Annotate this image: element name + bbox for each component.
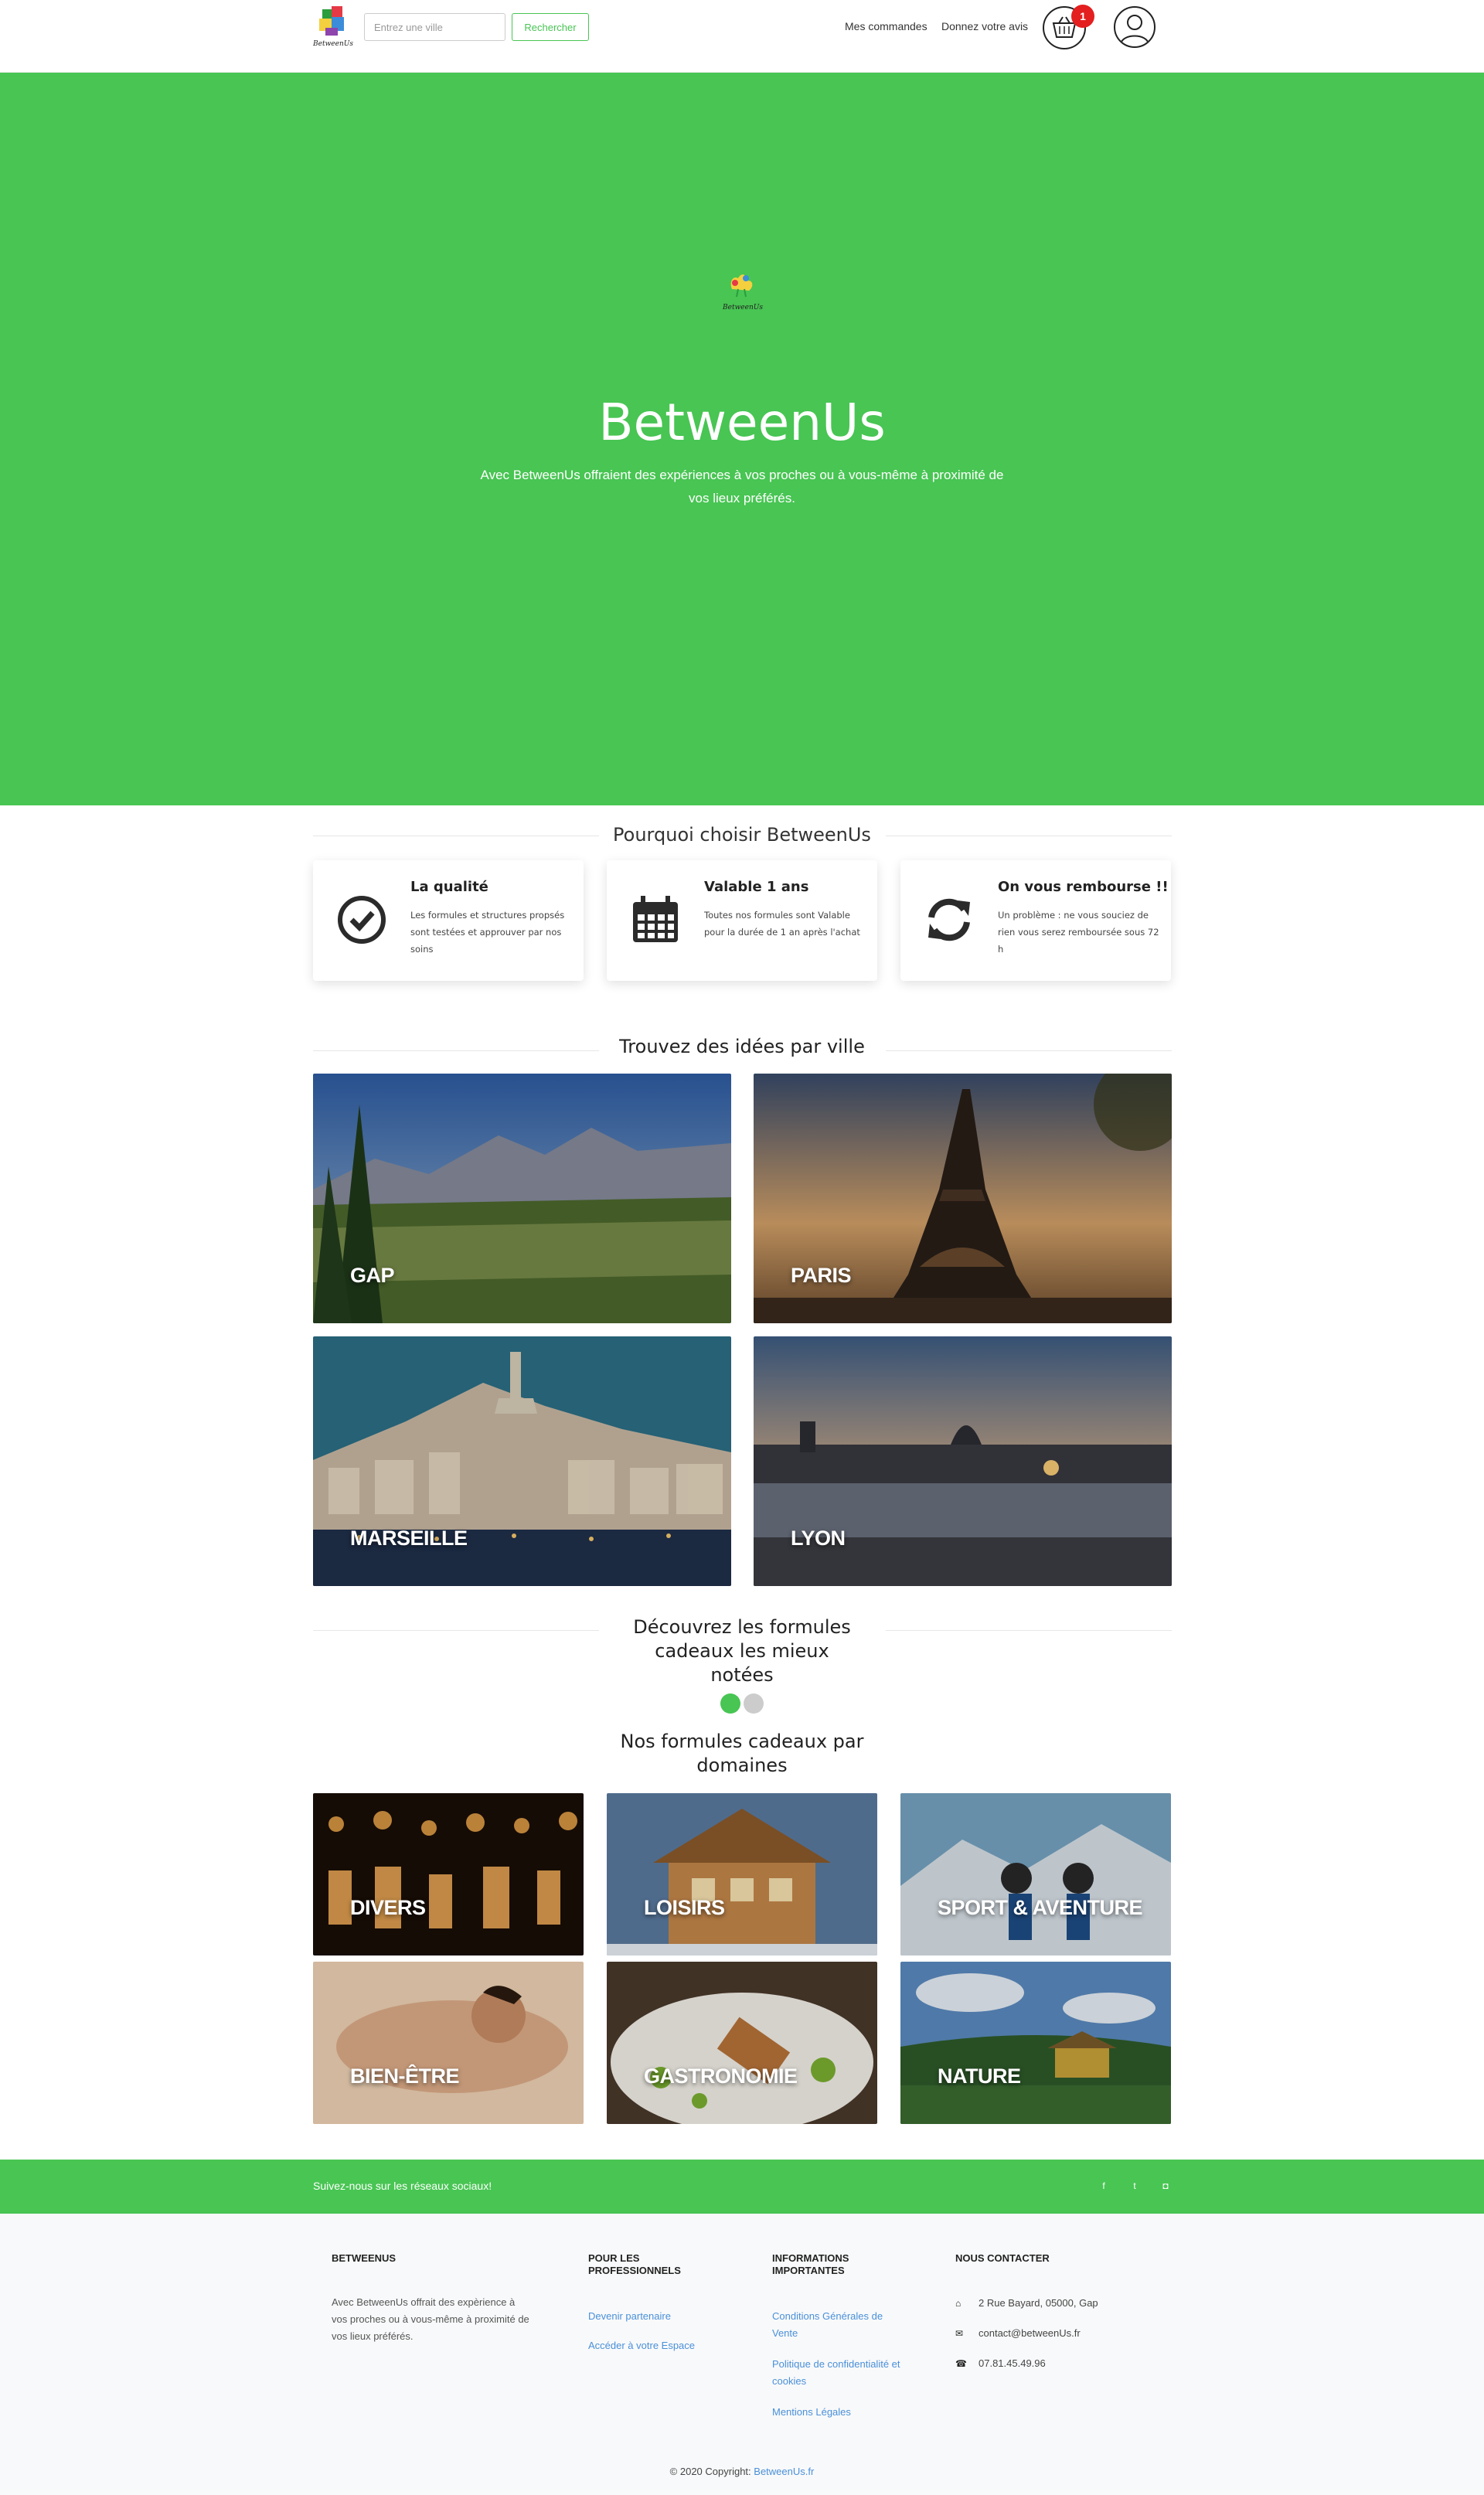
basket-count-badge: 1	[1071, 5, 1094, 28]
top-rated-title: Découvrez les formules cadeaux les mieux…	[633, 1616, 851, 1686]
footer: BETWEENUS Avec BetweenUs offrait des exp…	[0, 2214, 1484, 2495]
home-icon: ⌂	[955, 2298, 962, 2309]
facebook-icon[interactable]: f	[1094, 2177, 1113, 2195]
instagram-icon[interactable]: ◘	[1156, 2177, 1175, 2195]
search-button[interactable]: Rechercher	[512, 13, 589, 41]
contact-email: ✉ contact@betweenUs.fr	[955, 2327, 1081, 2339]
nav-link-review[interactable]: Donnez votre avis	[941, 20, 1028, 32]
footer-link-cgv[interactable]: Conditions Générales de Vente	[772, 2308, 904, 2342]
contact-address: ⌂ 2 Rue Bayard, 05000, Gap	[955, 2297, 1098, 2309]
domain-tile-loisirs[interactable]: LOISIRS	[607, 1793, 877, 1955]
footer-col-title-pro: POUR LES PROFESSIONNELS	[588, 2252, 681, 2276]
feature-card-refund: On vous rembourse !! Un problème : ne vo…	[900, 860, 1171, 981]
city-label: LYON	[791, 1527, 846, 1550]
footer-link-legal[interactable]: Mentions Légales	[772, 2404, 851, 2421]
footer-col-title-betweenus: BETWEENUS	[332, 2252, 397, 2264]
footer-col-title-info: INFORMATIONS IMPORTANTES	[772, 2252, 849, 2276]
phone-icon: ☎	[955, 2358, 967, 2369]
footer-link-space[interactable]: Accéder à votre Espace	[588, 2337, 695, 2354]
feature-title: Valable 1 ans	[704, 879, 809, 895]
footer-col-title-contact: NOUS CONTACTER	[955, 2252, 1050, 2264]
svg-text:BetweenUs: BetweenUs	[312, 40, 353, 48]
hero-subtitle: Avec BetweenUs offraient des expériences…	[480, 468, 1004, 505]
feature-card-validity: Valable 1 ans Toutes nos formules sont V…	[607, 860, 877, 981]
cities-title: Trouvez des idées par ville	[619, 1036, 865, 1057]
city-search-input[interactable]	[364, 13, 505, 41]
city-label: MARSEILLE	[350, 1527, 468, 1550]
city-tile-gap[interactable]: GAP	[313, 1074, 731, 1323]
feature-text: Toutes nos formules sont Valable pour la…	[704, 910, 860, 938]
feature-title: La qualité	[410, 879, 488, 895]
footer-link-privacy[interactable]: Politique de confidentialité et cookies	[772, 2356, 904, 2390]
city-label: GAP	[350, 1264, 395, 1287]
carousel-dot[interactable]	[744, 1693, 764, 1714]
city-label: PARIS	[791, 1264, 852, 1287]
domain-tile-gastronomie[interactable]: GASTRONOMIE	[607, 1962, 877, 2124]
check-circle-icon	[338, 896, 386, 944]
footer-about-text: Avec BetweenUs offrait des expèrience à …	[332, 2296, 529, 2342]
domain-tile-divers[interactable]: DIVERS	[313, 1793, 584, 1955]
copyright-link[interactable]: BetweenUs.fr	[754, 2466, 814, 2477]
footer-link-partner[interactable]: Devenir partenaire	[588, 2308, 671, 2325]
hero-banner: BetweenUs BetweenUs Avec BetweenUs offra…	[0, 73, 1484, 805]
city-tile-lyon[interactable]: LYON	[754, 1336, 1172, 1586]
feature-title: On vous rembourse !!	[998, 879, 1169, 895]
why-title: Pourquoi choisir BetweenUs	[613, 824, 871, 846]
city-tile-paris[interactable]: PARIS	[754, 1074, 1172, 1323]
domain-tile-bien-etre[interactable]: BIEN-ÊTRE	[313, 1962, 584, 2124]
user-icon[interactable]	[1114, 6, 1156, 48]
domains-title: Nos formules cadeaux par domaines	[620, 1731, 864, 1776]
betweenus-logo[interactable]: BetweenUs	[311, 5, 355, 49]
domain-label: NATURE	[938, 2064, 1021, 2088]
domain-label: GASTRONOMIE	[644, 2064, 798, 2088]
social-text: Suivez-nous sur les réseaux sociaux!	[313, 2180, 492, 2192]
carousel-dot-active[interactable]	[720, 1693, 740, 1714]
domain-tile-sport[interactable]: SPORT & AVENTURE	[900, 1793, 1171, 1955]
calendar-icon	[633, 896, 678, 942]
domain-label: DIVERS	[350, 1896, 426, 1919]
envelope-icon: ✉	[955, 2328, 964, 2339]
feature-card-quality: La qualité Les formules et structures pr…	[313, 860, 584, 981]
svg-text:BetweenUs: BetweenUs	[722, 304, 763, 311]
social-bar: Suivez-nous sur les réseaux sociaux! f t…	[0, 2160, 1484, 2214]
feature-text: Un problème : ne vous souciez de rien vo…	[998, 910, 1159, 955]
feature-text: Les formules et structures propsés sont …	[410, 910, 565, 955]
contact-phone: ☎ 07.81.45.49.96	[955, 2357, 1046, 2369]
domain-label: BIEN-ÊTRE	[350, 2064, 460, 2088]
twitter-icon[interactable]: t	[1125, 2177, 1144, 2195]
copyright: © 2020 Copyright: BetweenUs.fr	[669, 2466, 815, 2477]
hero-logo: BetweenUs	[722, 274, 763, 311]
domain-tile-nature[interactable]: NATURE	[900, 1962, 1171, 2124]
hero-title: BetweenUs	[598, 393, 886, 452]
domain-label: LOISIRS	[644, 1896, 725, 1919]
city-tile-marseille[interactable]: MARSEILLE	[313, 1336, 731, 1586]
refresh-icon	[928, 898, 970, 941]
navbar: BetweenUs Rechercher Mes commandes Donne…	[0, 0, 1484, 73]
nav-link-orders[interactable]: Mes commandes	[845, 20, 928, 32]
domain-label: SPORT & AVENTURE	[938, 1896, 1143, 1919]
